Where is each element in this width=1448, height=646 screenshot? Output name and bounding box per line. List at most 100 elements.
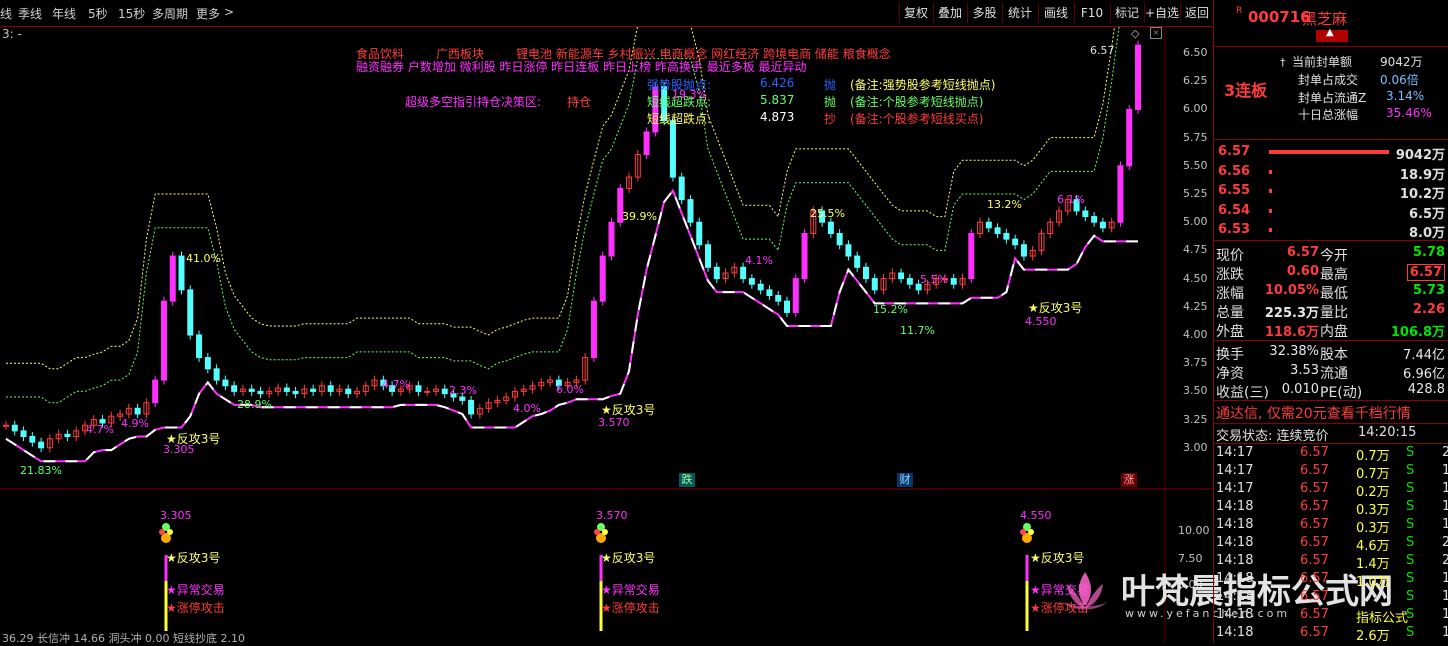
tick-price: 6.57 (1300, 607, 1329, 622)
collapse-button[interactable]: ▲ (1316, 27, 1348, 42)
tab-more[interactable]: 更多 (196, 5, 220, 22)
field-label: 最低 (1320, 286, 1348, 302)
candle-body (424, 390, 431, 393)
tab-multi-period[interactable]: 多周期 (152, 5, 188, 22)
bid-row[interactable]: 6.55 10.2万 (1214, 183, 1448, 202)
stat-label: 封单占流通Z (1298, 91, 1367, 105)
bid-volume: 10.2万 (1399, 187, 1445, 202)
badge-finance[interactable]: 财 (897, 473, 913, 487)
tick-side: S (1406, 517, 1415, 532)
signal-ball (1020, 529, 1026, 535)
candle-body (1003, 232, 1010, 240)
bid-row[interactable]: 6.53 8.0万 (1214, 222, 1448, 241)
back-button[interactable]: 返回 (1180, 3, 1213, 23)
badge-down[interactable]: 跌 (679, 473, 695, 487)
restore-rights-button[interactable]: 复权 (899, 3, 932, 23)
field-value: 5.78 (1412, 245, 1445, 260)
signal-action-2: 抛 (824, 95, 837, 109)
tick-row: 14:18 6.57 S 1 (1214, 589, 1448, 607)
signal-action-3: 抄 (824, 112, 837, 126)
candle-body (950, 278, 957, 285)
candle-body (187, 289, 194, 336)
mark-button[interactable]: 标记 (1110, 3, 1143, 23)
tick-count: 1 (1442, 481, 1448, 496)
field-label: 量比 (1320, 305, 1348, 321)
candle-body (1126, 108, 1133, 167)
candle-body (345, 388, 352, 395)
pct-label: 6.1% (1057, 193, 1085, 206)
tick-side: S (1406, 553, 1415, 568)
statistics-button[interactable]: 统计 (1002, 3, 1037, 23)
support-line (5, 188, 1138, 463)
bid-volume: 9042万 (1395, 148, 1445, 163)
promo-banner[interactable]: 通达信, 仅需20元查看千档行情 (1216, 403, 1411, 423)
overlay-button[interactable]: 叠加 (933, 3, 966, 23)
tick-price: 6.57 (1300, 499, 1329, 514)
tick-row: 14:18 6.57 2.6万 S 1 (1214, 625, 1448, 644)
candle-body (599, 255, 606, 302)
lower-signal-c: ★涨停攻击 (166, 601, 225, 615)
pct-label: 15.2% (873, 303, 908, 316)
kline-chart-area[interactable]: 3: - ◇ × 6.50 6.25 6.00 5.75 5.50 5.25 5.00 4.7… (0, 27, 1212, 645)
tick-price: 6.57 (1300, 571, 1329, 586)
signal-note-2: (备注:个股参考短线抛点) (850, 95, 984, 109)
tick-volume: 2.6万 (1356, 629, 1390, 644)
tab-period-0[interactable]: 线 (0, 5, 12, 22)
candle-body (1099, 221, 1106, 229)
field-value: 7.44亿 (1403, 348, 1445, 363)
tick-time: 14:18 (1216, 535, 1254, 550)
quote-field-row: 收益(三) 0.010 PE(动) 428.8 (1214, 382, 1448, 401)
tick-count: 1 (1442, 517, 1448, 532)
candle-body (283, 387, 290, 392)
pct-label: 41.0% (186, 252, 221, 265)
low-label: 4.550 (1025, 315, 1057, 328)
bid-row[interactable]: 6.57 9042万 (1214, 144, 1448, 163)
attack-label: ★反攻3号 (1028, 301, 1083, 315)
tick-volume: 4.6万 (1356, 539, 1390, 554)
pct-label: 25.5% (810, 207, 845, 220)
bid-row[interactable]: 6.54 6.5万 (1214, 203, 1448, 222)
field-label: 外盘 (1216, 324, 1244, 340)
add-watchlist-button[interactable]: +自选 (1144, 3, 1179, 23)
badge-up[interactable]: 涨 (1121, 473, 1137, 487)
candle-body (1135, 44, 1141, 110)
candle-body (1091, 216, 1098, 223)
lower-signal-b: ★异常交易 (166, 583, 225, 597)
quote-field-row: 涨跌 0.60 最高 6.57 (1214, 264, 1448, 283)
tick-price: 6.57 (1300, 535, 1329, 550)
candle-body (792, 278, 799, 313)
field-label: PE(动) (1320, 385, 1363, 401)
quote-field-row: 涨幅 10.05% 最低 5.73 (1214, 283, 1448, 302)
stat-value: 35.46% (1386, 106, 1432, 120)
bid-bar (1269, 169, 1272, 174)
candle-body (854, 255, 861, 268)
chevron-right-icon[interactable]: > (224, 5, 234, 19)
stock-name: 黑芝麻 (1302, 10, 1348, 28)
field-label: 今开 (1320, 248, 1348, 264)
field-value: 32.38% (1269, 344, 1319, 359)
candle-body (20, 430, 27, 438)
tab-year[interactable]: 年线 (52, 5, 76, 22)
f10-button[interactable]: F10 (1074, 3, 1109, 23)
field-label: 内盘 (1320, 324, 1348, 340)
candle-body (678, 176, 685, 201)
period-toolbar: 线 季线 年线 5秒 15秒 多周期 更多 > 复权 叠加 多股 统计 画线 F… (0, 0, 1212, 27)
stat-value: 3.14% (1386, 89, 1425, 103)
trade-time: 14:20:15 (1358, 425, 1417, 440)
tab-15sec[interactable]: 15秒 (118, 5, 145, 22)
pct-label: 13.2% (987, 198, 1022, 211)
tick-side: S (1406, 625, 1415, 640)
multi-stock-button[interactable]: 多股 (967, 3, 1001, 23)
field-label: 净资 (1216, 366, 1244, 382)
tab-5sec[interactable]: 5秒 (88, 5, 108, 22)
stat-label: 十日总涨幅 (1298, 108, 1359, 122)
candle-body (257, 390, 264, 395)
lotus-logo-icon (1063, 572, 1107, 610)
tab-quarter[interactable]: 季线 (18, 5, 42, 22)
tick-price: 6.57 (1300, 463, 1329, 478)
strategy-value: 持仓 (567, 95, 592, 109)
draw-line-button[interactable]: 画线 (1038, 3, 1073, 23)
candle-body (836, 232, 843, 246)
bid-bar (1269, 228, 1272, 232)
bid-row[interactable]: 6.56 18.9万 (1214, 164, 1448, 183)
